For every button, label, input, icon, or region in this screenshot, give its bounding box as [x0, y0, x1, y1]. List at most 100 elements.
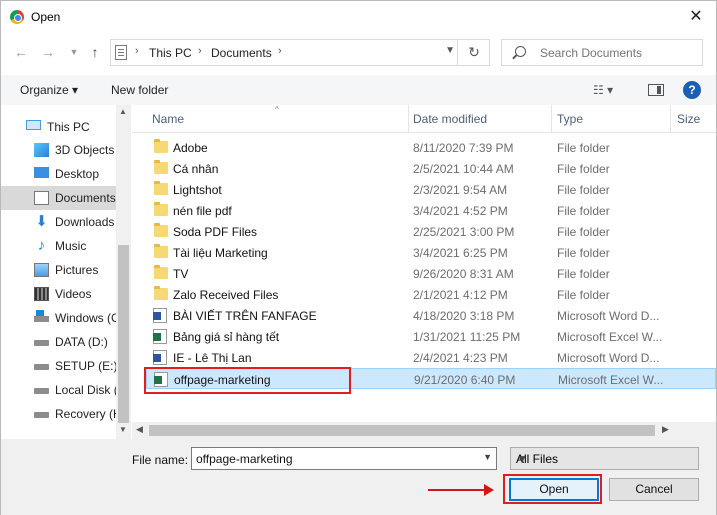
file-row-zalo-received-files[interactable]: Zalo Received Files 2/1/2021 4:12 PM Fil…	[146, 284, 716, 305]
file-name-field[interactable]: ▼	[191, 447, 497, 470]
change-view-button[interactable]: ☷ ▾	[593, 83, 613, 97]
column-header-row: ^ Name Date modified Type Size	[132, 105, 716, 133]
file-name: nén file pdf	[173, 204, 232, 218]
file-name: TV	[173, 267, 189, 281]
nav-item-label: Videos	[55, 287, 92, 301]
file-date: 3/4/2021 4:52 PM	[413, 204, 508, 218]
file-type-select[interactable]: All Files ▼	[510, 447, 699, 470]
word-document-icon	[153, 308, 167, 323]
nav-item-windows-c[interactable]: Windows (C	[1, 306, 116, 330]
title-bar: Open ✕	[1, 1, 716, 33]
file-row-tai-lieu-marketing[interactable]: Tài liệu Marketing 3/4/2021 6:25 PM File…	[146, 242, 716, 263]
search-icon	[515, 46, 526, 57]
drive-icon	[34, 364, 49, 370]
column-size[interactable]: Size	[677, 112, 700, 126]
scroll-down-arrow-icon[interactable]: ▼	[119, 425, 127, 434]
scroll-up-arrow-icon[interactable]: ▲	[119, 107, 127, 116]
file-type: Microsoft Word D...	[557, 309, 660, 323]
column-name[interactable]: Name	[152, 112, 184, 126]
folder-icon	[154, 139, 168, 153]
file-row-ca-nhan[interactable]: Cá nhân 2/5/2021 10:44 AM File folder	[146, 158, 716, 179]
nav-item-desktop[interactable]: Desktop	[1, 162, 116, 186]
nav-item-this-pc[interactable]: This PC	[1, 115, 116, 139]
nav-item-downloads[interactable]: ⬇ Downloads	[1, 210, 116, 234]
scroll-right-arrow-icon[interactable]: ▶	[662, 424, 669, 435]
file-row-bai-viet[interactable]: BÀI VIẾT TRÊN FANFAGE 4/18/2020 3:18 PM …	[146, 305, 716, 326]
file-name: Cá nhân	[173, 162, 219, 176]
file-row-bang-gia[interactable]: Bảng giá sỉ hàng tết 1/31/2021 11:25 PM …	[146, 326, 716, 347]
address-dropdown-icon[interactable]: ▼	[445, 45, 455, 56]
scroll-left-arrow-icon[interactable]: ◀	[136, 424, 143, 435]
chevron-down-icon[interactable]: ▼	[516, 452, 693, 466]
cube-icon	[34, 143, 49, 157]
command-toolbar: Organize ▾ New folder ☷ ▾ ?	[1, 75, 716, 105]
file-row-lightshot[interactable]: Lightshot 2/3/2021 9:54 AM File folder	[146, 179, 716, 200]
file-row-soda-pdf-files[interactable]: Soda PDF Files 2/25/2021 3:00 PM File fo…	[146, 221, 716, 242]
nav-item-music[interactable]: ♪ Music	[1, 234, 116, 258]
word-document-icon	[153, 350, 167, 365]
breadcrumb-separator: ›	[278, 45, 282, 57]
column-type[interactable]: Type	[557, 112, 583, 126]
up-button[interactable]: ↑	[84, 41, 106, 63]
preview-pane-icon[interactable]	[648, 84, 664, 96]
nav-item-videos[interactable]: Videos	[1, 282, 116, 306]
file-name-input[interactable]	[196, 451, 476, 467]
file-type: File folder	[557, 288, 610, 302]
folder-icon	[154, 265, 168, 279]
column-date-modified[interactable]: Date modified	[413, 112, 487, 126]
column-divider[interactable]	[408, 105, 409, 133]
nav-scrollbar[interactable]: ▲ ▼	[116, 105, 131, 439]
nav-item-local-disk[interactable]: Local Disk (	[1, 378, 116, 402]
horizontal-scrollbar-thumb[interactable]	[149, 425, 655, 436]
horizontal-scrollbar[interactable]: ◀ ▶	[132, 422, 716, 439]
chevron-down-icon[interactable]: ▼	[483, 452, 492, 462]
file-date: 8/11/2020 7:39 PM	[413, 141, 514, 155]
nav-item-label: 3D Objects	[55, 143, 115, 157]
cancel-button[interactable]: Cancel	[609, 478, 699, 501]
file-row-adobe[interactable]: Adobe 8/11/2020 7:39 PM File folder	[146, 137, 716, 158]
close-button[interactable]: ✕	[676, 1, 716, 33]
file-date: 2/5/2021 10:44 AM	[413, 162, 514, 176]
chrome-icon	[10, 10, 24, 24]
navigation-pane: This PC 3D Objects Desktop Documents ⬇ D…	[1, 105, 132, 439]
file-type: File folder	[557, 141, 610, 155]
open-dialog: Open ✕ ← → ▼ ↑ › This PC › Documents › ▼…	[0, 0, 717, 515]
forward-button[interactable]: →	[37, 41, 59, 63]
nav-item-data-d[interactable]: DATA (D:)	[1, 330, 116, 354]
nav-item-pictures[interactable]: Pictures	[1, 258, 116, 282]
folder-icon	[154, 244, 168, 258]
file-row-ie-le-thi-lan[interactable]: IE - Lê Thị Lan 2/4/2021 4:23 PM Microso…	[146, 347, 716, 368]
breadcrumb-documents[interactable]: Documents	[211, 46, 272, 60]
search-input[interactable]	[540, 45, 690, 61]
help-icon[interactable]: ?	[683, 81, 701, 99]
excel-workbook-icon	[153, 329, 167, 344]
new-folder-button[interactable]: New folder	[111, 83, 168, 97]
recent-locations-button[interactable]: ▼	[63, 41, 85, 63]
folder-icon	[154, 223, 168, 237]
folder-icon	[154, 181, 168, 195]
open-button-highlight	[503, 474, 602, 504]
organize-button[interactable]: Organize ▾	[20, 83, 78, 97]
breadcrumb-this-pc[interactable]: This PC	[149, 46, 192, 60]
nav-item-documents[interactable]: Documents	[1, 186, 116, 210]
address-bar[interactable]: › This PC › Documents › ▼	[110, 39, 490, 66]
file-date: 9/26/2020 8:31 AM	[413, 267, 514, 281]
refresh-button[interactable]: ↻	[457, 39, 490, 66]
nav-item-label: Music	[55, 239, 87, 253]
nav-item-recovery[interactable]: Recovery (H	[1, 402, 116, 426]
file-row-nen-file-pdf[interactable]: nén file pdf 3/4/2021 4:52 PM File folde…	[146, 200, 716, 221]
nav-scrollbar-thumb[interactable]	[118, 245, 129, 423]
file-name: Lightshot	[173, 183, 222, 197]
file-row-tv[interactable]: TV 9/26/2020 8:31 AM File folder	[146, 263, 716, 284]
picture-icon	[34, 263, 49, 277]
column-divider[interactable]	[670, 105, 671, 133]
file-date: 1/31/2021 11:25 PM	[413, 330, 521, 344]
back-button[interactable]: ←	[10, 41, 32, 63]
nav-item-3d-objects[interactable]: 3D Objects	[1, 138, 116, 162]
nav-item-setup-e[interactable]: SETUP (E:)	[1, 354, 116, 378]
column-divider[interactable]	[551, 105, 552, 133]
nav-item-label: Desktop	[55, 167, 100, 181]
search-box[interactable]	[501, 39, 703, 66]
nav-item-label: Recovery (H	[55, 407, 116, 421]
file-type: Microsoft Excel W...	[557, 330, 663, 344]
